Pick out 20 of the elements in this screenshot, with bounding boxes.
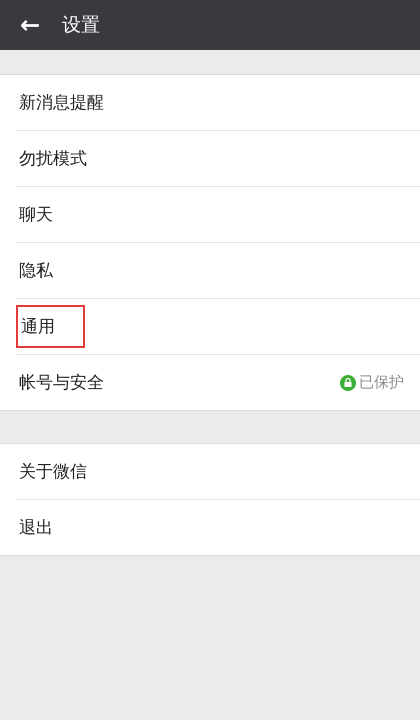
status-text: 已保护: [359, 373, 404, 392]
settings-item[interactable]: 通用: [16, 299, 420, 355]
settings-item[interactable]: 退出: [16, 500, 420, 555]
item-label: 退出: [18, 517, 53, 539]
item-label: 新消息提醒: [18, 92, 104, 114]
item-label: 聊天: [18, 204, 53, 226]
settings-item[interactable]: 隐私: [16, 243, 420, 299]
highlighted-label: 通用: [16, 305, 85, 348]
back-button[interactable]: ←: [20, 13, 40, 37]
settings-item[interactable]: 关于微信: [16, 444, 420, 500]
settings-item[interactable]: 新消息提醒: [16, 75, 420, 131]
settings-item[interactable]: 聊天: [16, 187, 420, 243]
item-label: 隐私: [18, 260, 53, 282]
item-label: 帐号与安全: [18, 372, 104, 394]
settings-item[interactable]: 勿扰模式: [16, 131, 420, 187]
item-label: 关于微信: [18, 461, 87, 483]
item-label: 勿扰模式: [18, 148, 87, 170]
settings-item[interactable]: 帐号与安全 已保护: [16, 355, 420, 410]
page-title: 设置: [62, 13, 100, 38]
lock-icon: [340, 374, 356, 390]
